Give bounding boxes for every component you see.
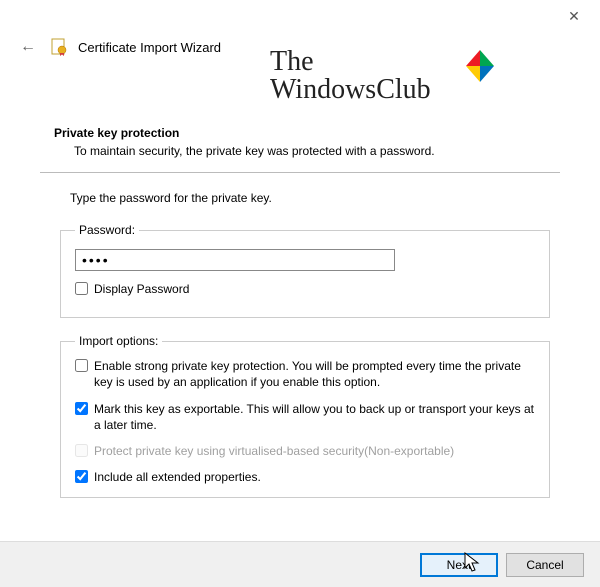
import-options-legend: Import options: [75,334,162,348]
page-subheading: To maintain security, the private key wa… [40,144,560,158]
close-icon[interactable]: ✕ [556,2,592,30]
import-options-fieldset: Import options: Enable strong private ke… [60,334,550,498]
display-password-checkbox[interactable] [75,282,88,295]
divider [40,172,560,173]
display-password-label[interactable]: Display Password [94,281,189,297]
strong-protection-checkbox[interactable] [75,359,88,372]
extended-props-label[interactable]: Include all extended properties. [94,469,261,485]
password-input[interactable] [75,249,395,271]
vbs-protect-checkbox [75,444,88,457]
page-heading: Private key protection [40,126,560,140]
next-button[interactable]: Next [420,553,498,577]
certificate-icon [50,38,68,56]
cancel-button[interactable]: Cancel [506,553,584,577]
extended-props-checkbox[interactable] [75,470,88,483]
instruction-text: Type the password for the private key. [40,191,560,205]
password-legend: Password: [75,223,139,237]
exportable-checkbox[interactable] [75,402,88,415]
vbs-protect-label: Protect private key using virtualised-ba… [94,443,454,459]
title-bar: ✕ [0,0,600,32]
back-arrow-icon[interactable]: ← [16,36,40,58]
exportable-label[interactable]: Mark this key as exportable. This will a… [94,401,535,433]
strong-protection-label[interactable]: Enable strong private key protection. Yo… [94,358,535,390]
footer-bar: Next Cancel [0,541,600,587]
wizard-header: ← Certificate Import Wizard [0,32,600,66]
password-fieldset: Password: Display Password [60,223,550,318]
wizard-title: Certificate Import Wizard [78,40,221,55]
